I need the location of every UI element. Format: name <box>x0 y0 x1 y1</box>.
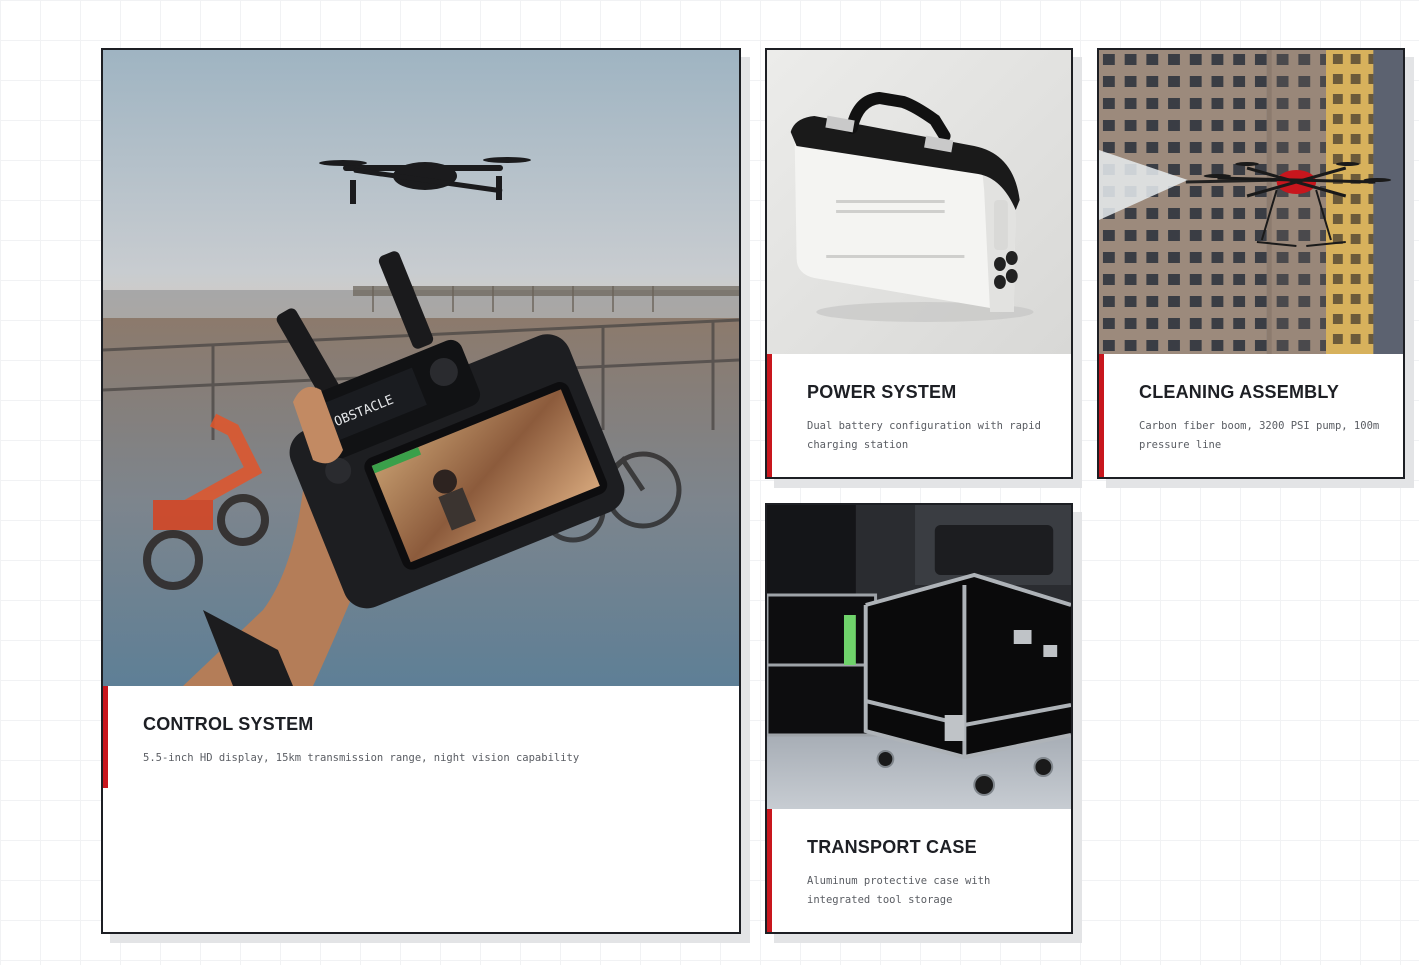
card-description: Aluminum protective case with integrated… <box>807 875 991 906</box>
card-description: 5.5-inch HD display, 15km transmission r… <box>143 752 580 764</box>
card-description: Carbon fiber boom, 3200 PSI pump, 100m p… <box>1139 420 1380 451</box>
cleaning-drone-photo <box>1099 50 1403 354</box>
remote-controller-photo: OBSTACLE <box>103 50 739 686</box>
power-system-photo <box>767 50 1071 354</box>
transport-case-photo <box>767 505 1071 809</box>
flight-cases-photo <box>767 505 1071 809</box>
card-body: TRANSPORT CASE Aluminum protective case … <box>767 809 1071 932</box>
card-description: Dual battery configuration with rapid ch… <box>807 420 1041 451</box>
card-power-system[interactable]: POWER SYSTEM Dual battery configuration … <box>765 48 1073 479</box>
card-transport-case[interactable]: TRANSPORT CASE Aluminum protective case … <box>765 503 1073 934</box>
card-title: CLEANING ASSEMBLY <box>1139 382 1340 402</box>
card-title: POWER SYSTEM <box>807 382 957 402</box>
card-title: TRANSPORT CASE <box>807 837 977 857</box>
card-body: CONTROL SYSTEM 5.5-inch HD display, 15km… <box>103 686 739 932</box>
card-cleaning-assembly[interactable]: CLEANING ASSEMBLY Carbon fiber boom, 320… <box>1097 48 1405 479</box>
cleaning-assembly-photo <box>1099 50 1403 354</box>
battery-case-photo <box>767 50 1071 354</box>
card-body: CLEANING ASSEMBLY Carbon fiber boom, 320… <box>1099 354 1403 477</box>
card-title: CONTROL SYSTEM <box>143 714 314 734</box>
card-control-system[interactable]: OBSTACLE CONTROL SYSTEM 5.5-inch HD disp… <box>101 48 741 934</box>
card-body: POWER SYSTEM Dual battery configuration … <box>767 354 1071 477</box>
control-system-photo: OBSTACLE <box>103 50 739 686</box>
